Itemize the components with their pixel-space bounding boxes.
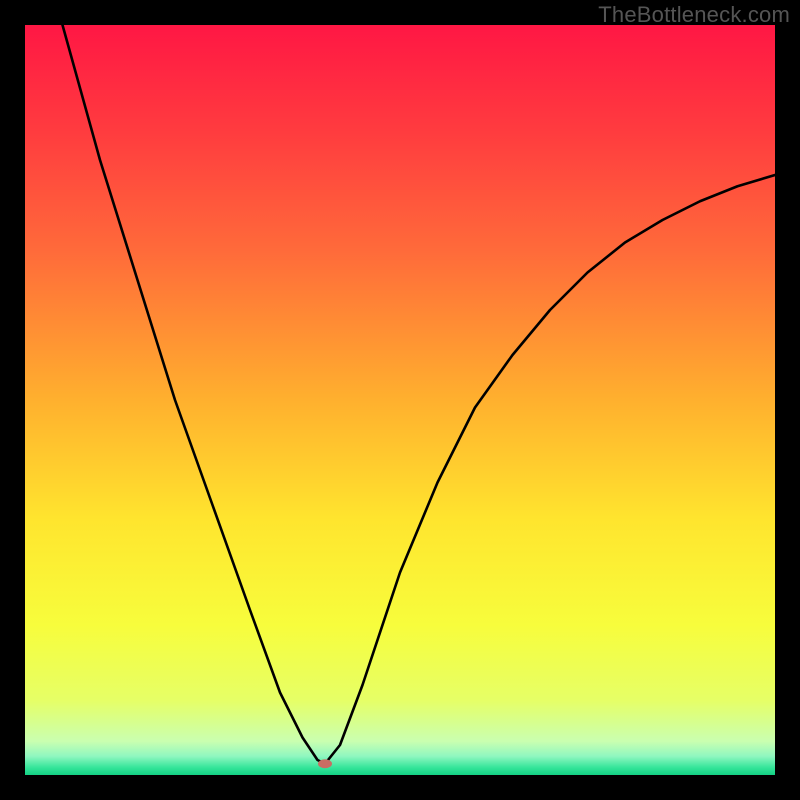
bottleneck-curve-chart <box>25 25 775 775</box>
plot-area <box>25 25 775 775</box>
watermark-text: TheBottleneck.com <box>598 2 790 28</box>
gradient-background <box>25 25 775 775</box>
optimum-marker <box>318 759 332 768</box>
chart-frame: TheBottleneck.com <box>0 0 800 800</box>
